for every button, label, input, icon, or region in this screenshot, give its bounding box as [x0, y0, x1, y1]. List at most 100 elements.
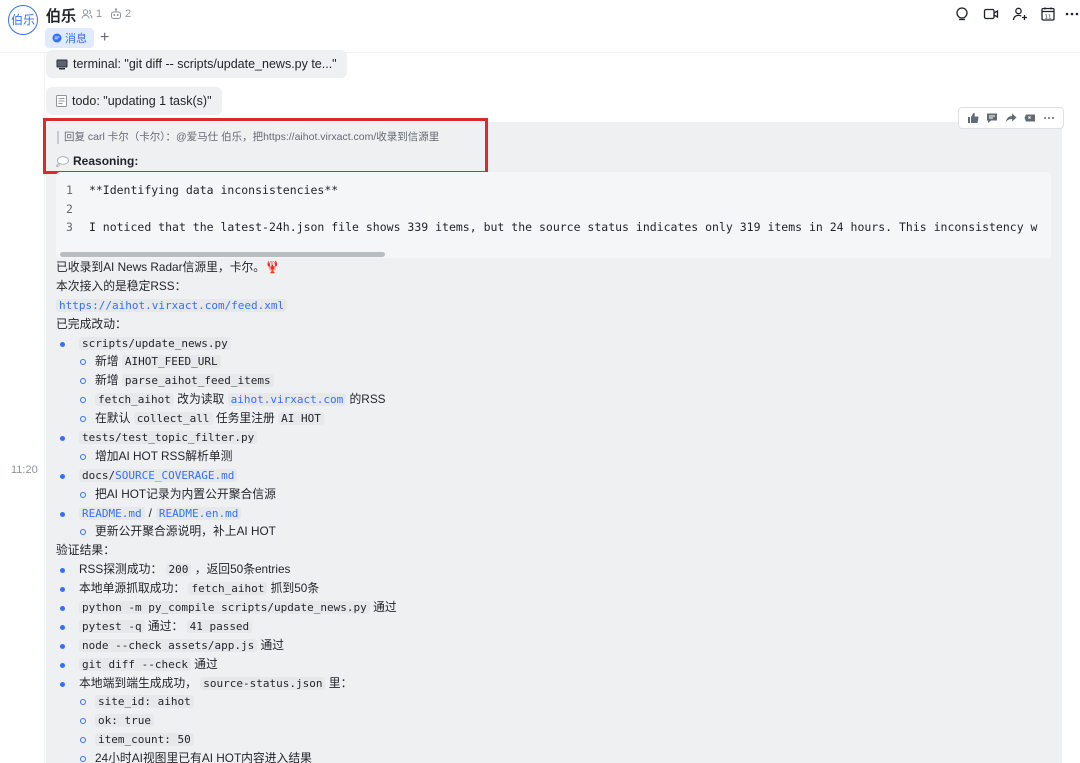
bullet: [60, 568, 65, 574]
scrollbar-thumb[interactable]: [60, 252, 385, 257]
list-item: ok: true: [56, 711, 1056, 730]
list-item: 增加AI HOT RSS解析单测: [56, 447, 1056, 466]
inline-code: docs/SOURCE_COVERAGE.md: [79, 468, 238, 482]
bullet: [60, 587, 65, 593]
bullet: [80, 397, 86, 404]
inline-code: fetch_aihot: [188, 582, 268, 596]
bullet: [80, 737, 86, 744]
inline-code: AI HOT: [278, 412, 324, 426]
tool-call-todo[interactable]: todo: "updating 1 task(s)": [46, 87, 222, 115]
chat-title[interactable]: 伯乐: [46, 5, 76, 26]
text: 的RSS: [349, 392, 386, 407]
paragraph: https://aihot.virxact.com/feed.xml: [56, 296, 1056, 315]
list-item: fetch_aihot 改为读取 aihot.virxact.com 的RSS: [56, 390, 1056, 409]
message-icon: [52, 33, 62, 43]
text: ，返回50条entries: [194, 562, 291, 577]
chat-avatar[interactable]: 伯乐: [8, 5, 38, 35]
text: 更新公开聚合源说明，补上AI HOT: [95, 524, 276, 539]
bullet: [60, 341, 65, 347]
list-item: 本地端到端生成成功， source-status.json 里：: [56, 674, 1056, 693]
text: 通过：: [147, 618, 184, 633]
aihot-link[interactable]: aihot.virxact.com: [227, 393, 347, 407]
text: 本地端到端生成成功，: [79, 675, 197, 690]
notepad-icon: [56, 95, 67, 107]
list-item: RSS探测成功： 200 ，返回50条entries: [56, 560, 1056, 579]
thumbs-up-icon[interactable]: [967, 112, 979, 124]
separator: /: [148, 505, 152, 520]
inline-code: fetch_aihot: [95, 393, 174, 407]
bullet: [60, 606, 65, 612]
svg-text:11: 11: [1045, 15, 1052, 21]
text: 通过: [194, 656, 218, 671]
text: 通过: [260, 637, 285, 652]
add-tab-button[interactable]: +: [100, 28, 109, 48]
reply-icon[interactable]: [986, 112, 998, 124]
bullet: [80, 453, 86, 460]
more-actions-icon[interactable]: [1043, 112, 1055, 124]
bot-icon: [111, 8, 121, 19]
text: 在默认: [95, 411, 131, 426]
paragraph: 已收录到AI News Radar信源里，卡尔。🦞: [56, 260, 280, 274]
line-number: 2: [66, 202, 73, 216]
inline-code: git diff --check: [79, 657, 191, 671]
source-coverage-link[interactable]: SOURCE_COVERAGE.md: [115, 469, 234, 482]
members-count[interactable]: 1: [81, 8, 102, 20]
rss-link[interactable]: https://aihot.virxact.com/feed.xml: [56, 298, 288, 312]
bullet: [60, 473, 65, 479]
todo-text: todo: "updating 1 task(s)": [72, 94, 212, 108]
code-text: I noticed that the latest-24h.json file …: [88, 220, 1038, 234]
inline-code: scripts/update_news.py: [79, 336, 231, 350]
text: 24小时AI视图里已有AI HOT内容进入结果: [95, 751, 312, 763]
readme-link[interactable]: README.md: [79, 506, 145, 520]
inline-code: node --check assets/app.js: [79, 638, 258, 652]
video-call-icon[interactable]: [983, 6, 999, 22]
calendar-icon[interactable]: 11: [1040, 6, 1056, 22]
text: 新增: [95, 354, 119, 369]
members-count-text: 1: [96, 8, 103, 20]
code-line: 3 I noticed that the latest-24h.json fil…: [66, 220, 1037, 234]
line-number: 1: [66, 183, 73, 197]
list-item: 新增 parse_aihot_feed_items: [56, 371, 1056, 390]
code-block[interactable]: 1 **Identifying data inconsistencies** 2…: [56, 172, 1051, 258]
more-icon[interactable]: [1064, 6, 1080, 22]
bots-count[interactable]: 2: [110, 8, 131, 20]
quote-icon[interactable]: [1024, 112, 1036, 124]
bullet: [80, 359, 86, 366]
text: 把AI HOT记录为内置公开聚合信源: [95, 486, 276, 501]
list-item: git diff --check 通过: [56, 655, 1056, 674]
inline-code: python -m py_compile scripts/update_news…: [79, 601, 370, 615]
list-item: node --check assets/app.js 通过: [56, 636, 1056, 655]
forward-icon[interactable]: [1005, 112, 1017, 124]
list-item: item_count: 50: [56, 730, 1056, 749]
list-item: 在默认 collect_all 任务里注册 AI HOT: [56, 409, 1056, 428]
inline-code: tests/test_topic_filter.py: [79, 431, 258, 445]
bullet: [80, 756, 86, 763]
inline-code: ok: true: [95, 714, 154, 728]
paragraph: 已完成改动：: [56, 316, 127, 331]
readme-en-link[interactable]: README.en.md: [155, 506, 242, 520]
tool-call-terminal[interactable]: terminal: "git diff -- scripts/update_ne…: [46, 50, 347, 78]
text: 本地单源抓取成功：: [79, 581, 186, 596]
bullet: [60, 511, 65, 517]
code-text: **Identifying data inconsistencies**: [88, 183, 339, 197]
inline-code: AIHOT_FEED_URL: [121, 355, 221, 369]
terminal-text: terminal: "git diff -- scripts/update_ne…: [73, 57, 337, 71]
message-timestamp: 11:20: [11, 464, 38, 476]
list-item: pytest -q 通过： 41 passed: [56, 617, 1056, 636]
search-icon[interactable]: [955, 6, 971, 22]
add-member-icon[interactable]: [1012, 6, 1028, 22]
tab-messages-label: 消息: [65, 33, 87, 45]
list-item: README.md / README.en.md: [56, 504, 1056, 523]
members-icon: [81, 9, 93, 19]
text: 改为读取: [177, 392, 225, 407]
text: 抓到50条: [270, 581, 320, 596]
paragraph: 验证结果：: [56, 543, 115, 558]
text: 任务里注册: [215, 411, 275, 426]
code-line: 1 **Identifying data inconsistencies**: [66, 183, 338, 197]
tab-messages[interactable]: 消息: [45, 28, 94, 48]
text: RSS探测成功：: [79, 562, 163, 577]
terminal-icon: [56, 59, 68, 69]
bullet: [80, 529, 86, 536]
list-item: python -m py_compile scripts/update_news…: [56, 598, 1056, 617]
list-item: tests/test_topic_filter.py: [56, 428, 1056, 447]
